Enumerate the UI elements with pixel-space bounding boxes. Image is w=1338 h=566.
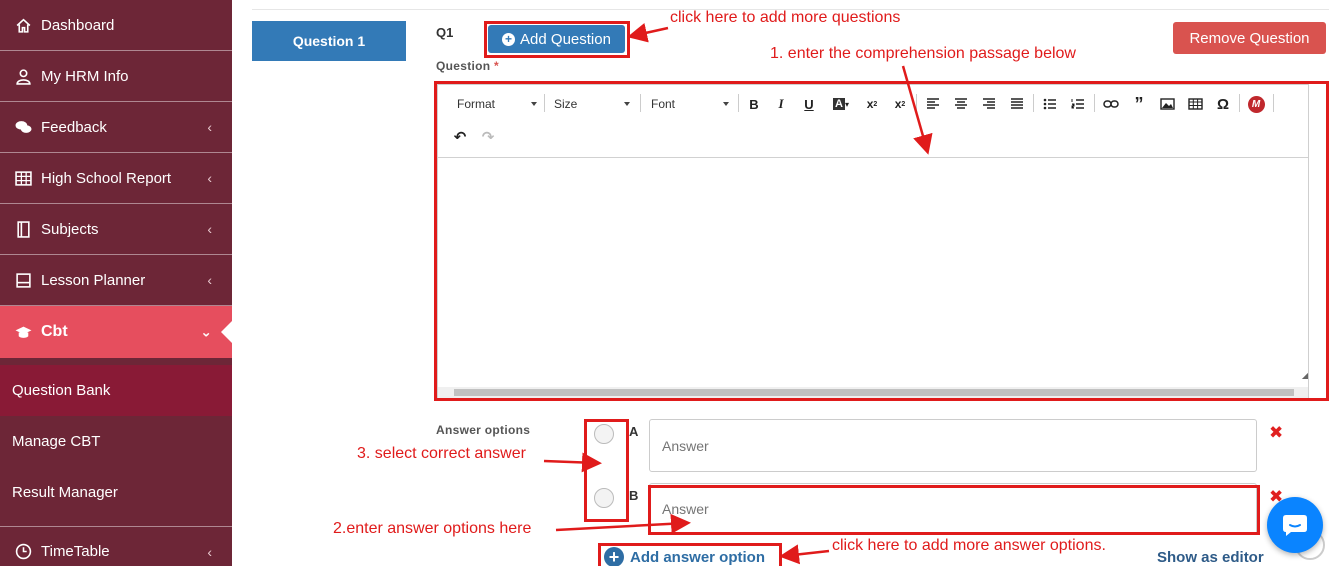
sidebar-item-lesson-planner[interactable]: Lesson Planner ‹ [0, 255, 232, 306]
active-notch [221, 320, 233, 344]
sidebar-item-label: Lesson Planner [41, 271, 146, 289]
sidebar-subitem-question-bank[interactable]: Question Bank [0, 365, 232, 416]
option-a-letter: A [629, 424, 639, 439]
option-a-input[interactable] [649, 419, 1257, 472]
sidebar-item-label: Dashboard [41, 16, 115, 34]
annotation-options: 2.enter answer options here [333, 520, 532, 537]
chevron-left-icon: ‹ [207, 272, 212, 288]
graduation-cap-icon [13, 324, 33, 341]
sidebar-item-label: TimeTable [41, 543, 110, 560]
question-number: Q1 [436, 25, 454, 40]
sidebar-item-cbt[interactable]: Cbt ⌄ [0, 306, 233, 358]
annotation-box-add-question [484, 21, 630, 58]
sidebar-item-dashboard[interactable]: Dashboard [0, 0, 232, 51]
show-as-editor-link[interactable]: Show as editor [1157, 549, 1264, 566]
option-b-letter: B [629, 488, 639, 503]
annotation-box-radios [584, 419, 629, 522]
chat-bubble-icon [1283, 515, 1307, 536]
clock-icon [13, 543, 33, 560]
annotation-passage: 1. enter the comprehension passage below [770, 45, 1076, 62]
chevron-left-icon: ‹ [207, 119, 212, 135]
chat-button[interactable] [1267, 497, 1323, 553]
sidebar-item-subjects[interactable]: Subjects ‹ [0, 204, 232, 255]
sidebar: Dashboard My HRM Info Feedback ‹ High Sc… [0, 0, 233, 566]
sidebar-item-feedback[interactable]: Feedback ‹ [0, 102, 232, 153]
annotation-box-add-option [598, 543, 782, 566]
sidebar-item-label: Subjects [41, 220, 99, 238]
sidebar-item-timetable[interactable]: TimeTable ‹ [0, 526, 232, 566]
chevron-left-icon: ‹ [207, 543, 212, 560]
answer-options-label: Answer options [436, 423, 531, 437]
comments-icon [13, 119, 33, 136]
sidebar-subitem-manage-cbt[interactable]: Manage CBT [0, 416, 232, 467]
annotation-box-editor [434, 81, 1329, 401]
sidebar-subitem-result-manager[interactable]: Result Manager [0, 467, 232, 518]
book-icon [13, 220, 33, 238]
user-icon [13, 68, 33, 85]
annotation-add-questions: click here to add more questions [670, 9, 901, 26]
tab-question-1[interactable]: Question 1 [252, 21, 406, 61]
sidebar-item-high-school-report[interactable]: High School Report ‹ [0, 153, 232, 204]
arrow-add-question [627, 22, 669, 43]
sidebar-item-label: My HRM Info [41, 67, 129, 85]
sidebar-item-my-hrm-info[interactable]: My HRM Info [0, 51, 232, 102]
home-icon [13, 17, 33, 34]
annotation-add-options: click here to add more answer options. [832, 537, 1106, 554]
annotation-box-option-b [648, 485, 1260, 535]
chevron-down-icon: ⌄ [200, 323, 212, 340]
sidebar-item-label: Cbt [41, 323, 68, 340]
chevron-left-icon: ‹ [207, 221, 212, 237]
sidebar-item-label: High School Report [41, 169, 172, 187]
file-icon [13, 272, 33, 289]
question-label: Question * [436, 59, 499, 73]
chevron-left-icon: ‹ [207, 170, 212, 186]
question-label-text: Question [436, 59, 491, 73]
sidebar-subitem-label: Manage CBT [12, 433, 101, 450]
sidebar-subitem-label: Question Bank [12, 382, 111, 399]
remove-option-a-icon[interactable]: ✖ [1269, 423, 1283, 443]
annotation-correct: 3. select correct answer [357, 445, 526, 462]
sidebar-item-label: Feedback [41, 118, 107, 136]
arrow-add-option [779, 544, 830, 565]
sidebar-subitem-label: Result Manager [12, 484, 118, 501]
remove-question-button[interactable]: Remove Question [1173, 22, 1326, 54]
required-mark: * [494, 59, 500, 73]
table-icon [13, 170, 33, 187]
